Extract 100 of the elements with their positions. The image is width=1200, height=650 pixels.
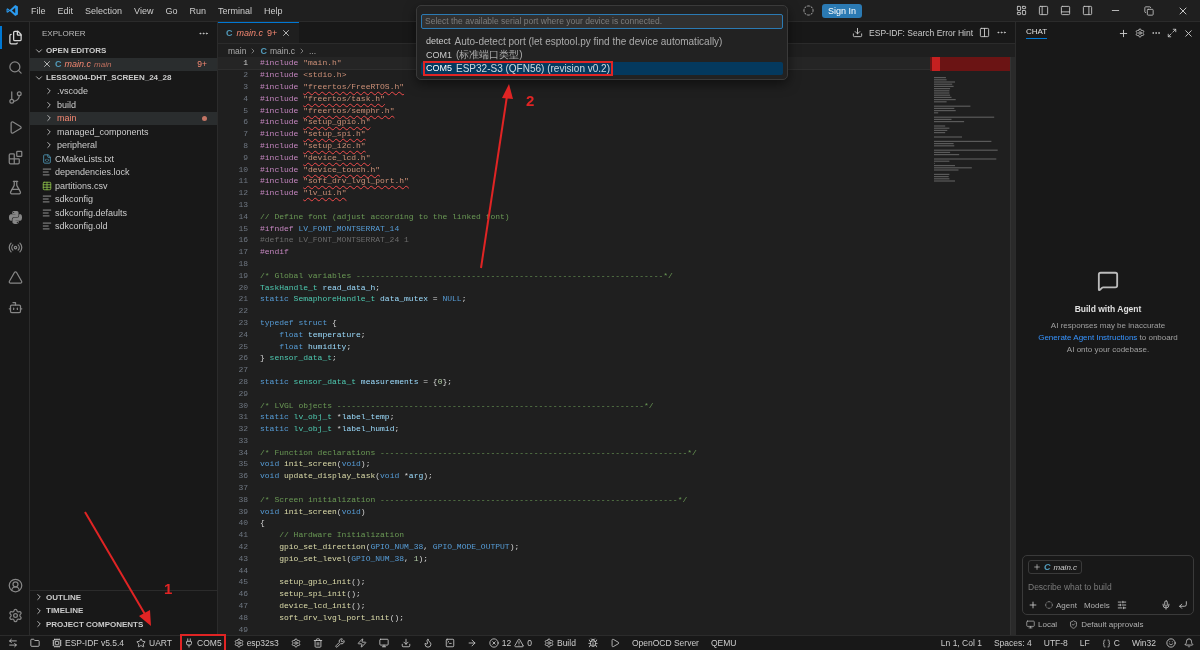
target-button[interactable]: esp32s3	[231, 636, 281, 650]
section-header[interactable]: LESSON04-DHT_SCREEN_24_28	[30, 71, 217, 85]
sign-in-button[interactable]: Sign In	[821, 3, 862, 18]
chip-icon[interactable]	[52, 638, 62, 648]
code-line: static lv_obj_t *label_temp;	[260, 412, 395, 422]
gear-icon[interactable]	[233, 638, 244, 648]
tree-item[interactable]: sdkconfig.old	[30, 219, 217, 233]
indentation[interactable]: Spaces: 4	[991, 636, 1034, 650]
section-header[interactable]: TIMELINE	[30, 604, 217, 618]
code-line: #include "main.h"	[260, 58, 342, 68]
line-ending[interactable]: LF	[1077, 636, 1092, 650]
port-option[interactable]: COM1 (标准端口类型)	[421, 48, 783, 62]
chat-input-field[interactable]: Describe what to build	[1028, 580, 1188, 594]
circle-icon[interactable]	[1045, 601, 1053, 609]
tree-item[interactable]: sdkconfig	[30, 192, 217, 206]
editor-tab[interactable]: C main.c 9+	[218, 22, 300, 43]
add-icon[interactable]	[1028, 600, 1038, 610]
sliders-icon[interactable]	[1116, 600, 1127, 610]
chevron-icon[interactable]	[34, 592, 44, 603]
chat-footer-button[interactable]: Local	[1026, 620, 1058, 629]
encoding[interactable]: UTF-8	[1041, 636, 1070, 650]
language-mode[interactable]: C	[1099, 636, 1122, 650]
mode-button[interactable]: Agent	[1045, 600, 1077, 610]
section-header[interactable]: OPEN EDITORS	[30, 44, 217, 58]
error-icon[interactable]	[488, 638, 499, 648]
close-icon[interactable]	[42, 59, 52, 70]
breadcrumb[interactable]: C main.c	[260, 45, 295, 56]
esp-idf-version[interactable]: ESP-IDF v5.5.4	[50, 636, 127, 650]
line-number: 7	[242, 129, 248, 139]
warning-icon[interactable]	[514, 638, 525, 648]
menu-item[interactable]: Terminal	[211, 1, 258, 20]
download-icon[interactable]	[852, 27, 864, 38]
build-button[interactable]: Build	[541, 636, 578, 650]
plug-icon[interactable]	[184, 638, 195, 648]
port-button[interactable]: COM5	[182, 636, 224, 650]
folder-icon[interactable]	[28, 636, 42, 650]
tree-item[interactable]: managed_components	[30, 125, 217, 139]
menu-item[interactable]: Edit	[51, 1, 80, 20]
line-number: 23	[237, 317, 248, 327]
chevron-icon[interactable]	[34, 619, 44, 630]
notifications-icon[interactable]	[1184, 638, 1194, 648]
configuration[interactable]: Win32	[1129, 636, 1158, 650]
menu-item[interactable]: Run	[183, 1, 212, 20]
chat-footer-button[interactable]: Default approvals	[1069, 620, 1144, 629]
openocd-button[interactable]: OpenOCD Server	[629, 636, 701, 650]
qemu-button[interactable]: QEMU	[708, 636, 739, 650]
remote-icon[interactable]	[6, 636, 20, 650]
maximize-icon[interactable]	[1167, 28, 1177, 38]
generate-instructions-link[interactable]: Generate Agent Instructions	[1038, 333, 1138, 342]
tree-item[interactable]: build	[30, 98, 217, 112]
port-option[interactable]: detect Auto-detect port (let esptool.py find the device automatically)	[421, 34, 783, 48]
tree-item[interactable]: CMakeLists.txt	[30, 152, 217, 166]
plus-icon[interactable]	[1033, 563, 1041, 571]
menu-item[interactable]: Help	[257, 1, 289, 20]
tree-item[interactable]: partitions.csv	[30, 179, 217, 193]
uart-button[interactable]: UART	[134, 636, 175, 650]
gear-icon[interactable]	[543, 638, 554, 648]
microphone-icon[interactable]	[1161, 600, 1171, 610]
port-option[interactable]: COM5 ESP32-S3 (QFN56) (revision v0.2)	[421, 61, 783, 75]
problems-button[interactable]: 12 0	[486, 636, 534, 650]
braces-icon[interactable]	[1101, 638, 1111, 648]
split-editor-icon[interactable]	[979, 27, 990, 38]
code-line: {	[260, 518, 265, 528]
open-editor-item[interactable]: C main.c main 9+	[30, 57, 217, 71]
breadcrumb[interactable]: ...	[309, 45, 317, 56]
cursor-position[interactable]: Ln 1, Col 1	[938, 636, 984, 650]
chat-tab[interactable]: CHAT	[1026, 27, 1048, 39]
attachment-chip[interactable]: C main.c	[1028, 560, 1083, 574]
settings-icon[interactable]	[1135, 28, 1145, 38]
menu-item[interactable]: View	[128, 1, 160, 20]
menu-item[interactable]: File	[25, 1, 52, 20]
code-line: setup_spi_init();	[278, 589, 361, 599]
search-error-hint-button[interactable]: ESP-IDF: Search Error Hint	[869, 27, 973, 38]
breadcrumb[interactable]: main	[228, 45, 247, 56]
tree-item[interactable]: .vscode	[30, 84, 217, 98]
tree-item[interactable]: peripheral	[30, 138, 217, 152]
port-search-field[interactable]: Select the available serial port where your device is connected.	[421, 13, 783, 29]
new-chat-icon[interactable]	[1118, 27, 1129, 39]
chevron-icon[interactable]	[34, 605, 44, 616]
line-number: 27	[237, 365, 248, 375]
send-icon[interactable]	[1178, 600, 1188, 610]
tree-item[interactable]: sdkconfig.defaults	[30, 206, 217, 220]
monitor-icon[interactable]	[376, 636, 391, 650]
tree-item[interactable]: dependencies.lock	[30, 165, 217, 179]
monitor-icon[interactable]	[1026, 620, 1035, 629]
tree-item[interactable]: main	[30, 111, 217, 125]
line-number: 21	[237, 294, 248, 304]
shield-icon[interactable]	[1069, 620, 1079, 629]
code-line: /* LVGL objects ----------------------------------------------------------------*/	[260, 400, 654, 410]
file-lines-icon	[42, 194, 52, 205]
wrench-icon[interactable]	[332, 636, 347, 650]
section-header[interactable]: PROJECT COMPONENTS	[30, 617, 217, 631]
models-button[interactable]: Models	[1083, 600, 1110, 610]
close-icon[interactable]	[1183, 27, 1194, 39]
star-icon[interactable]	[136, 638, 147, 648]
code-line: /* Global variables ----------------------------------------------------------------*/	[260, 270, 673, 280]
menu-item[interactable]: Go	[159, 1, 184, 20]
menu-item[interactable]: Selection	[79, 1, 129, 20]
bug-icon[interactable]	[585, 636, 600, 650]
close-icon[interactable]	[281, 28, 292, 38]
